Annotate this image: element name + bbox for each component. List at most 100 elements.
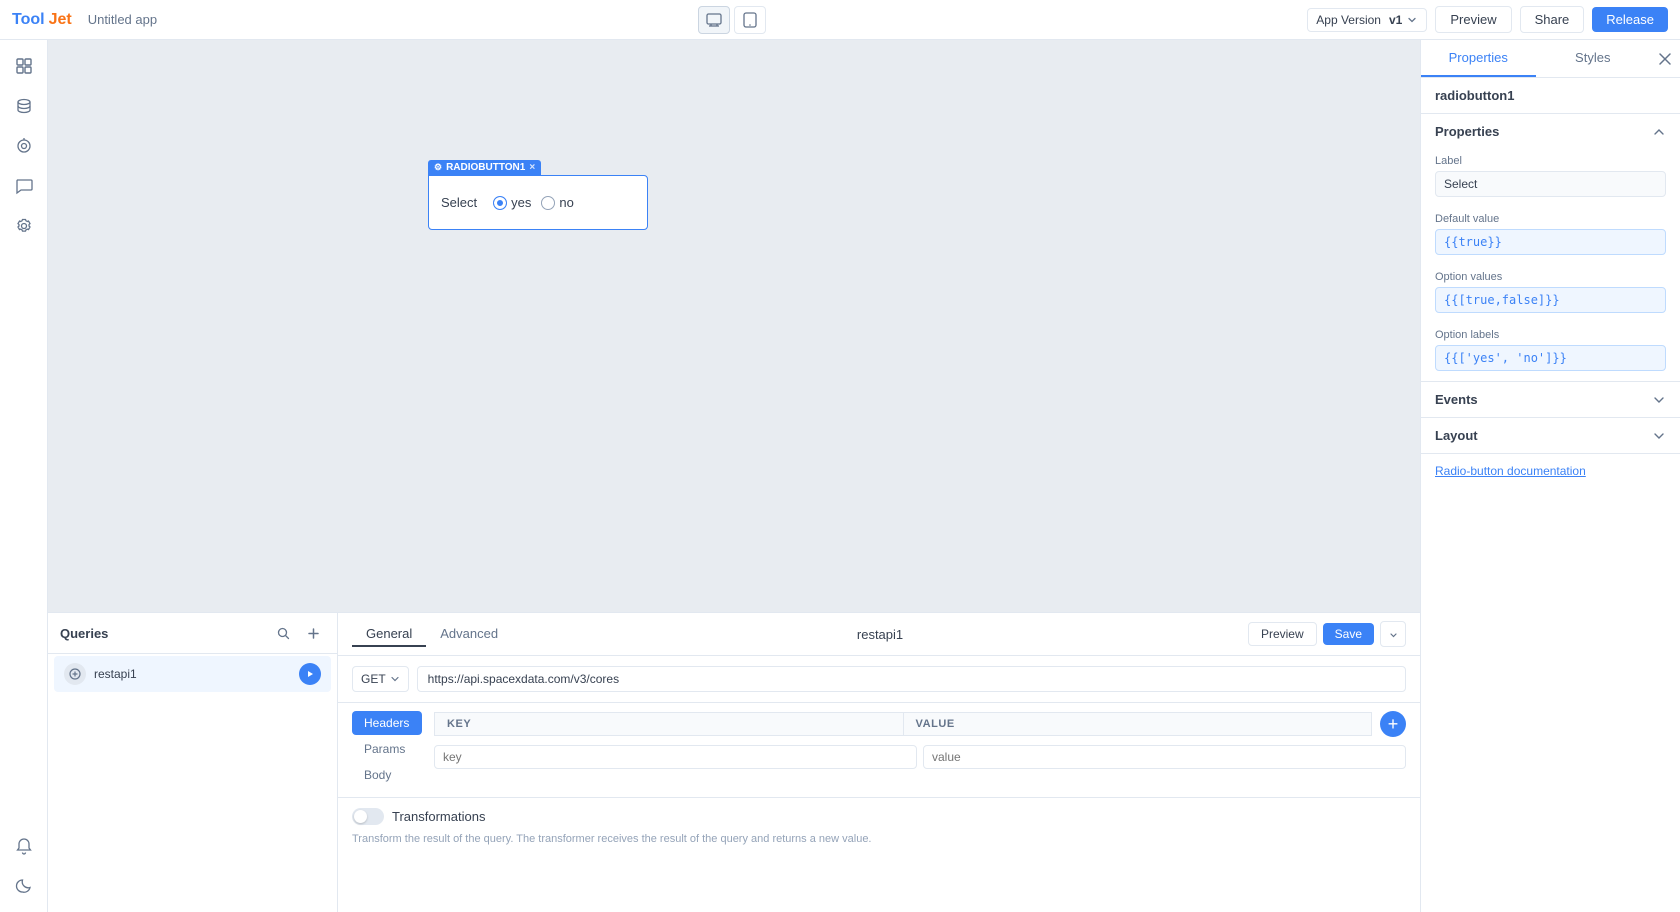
sidebar-item-datasources[interactable]	[6, 88, 42, 124]
method-selector[interactable]: GET	[352, 666, 409, 692]
sidebar-item-settings[interactable]	[6, 208, 42, 244]
tab-params[interactable]: Params	[352, 737, 422, 761]
share-button[interactable]: Share	[1520, 6, 1585, 33]
search-queries-btn[interactable]	[271, 621, 295, 645]
label-field: Label Select	[1421, 149, 1680, 207]
query-expand-btn[interactable]	[1380, 621, 1406, 647]
label-field-label: Label	[1435, 155, 1666, 167]
version-selector[interactable]: App Version v1	[1307, 8, 1427, 32]
radio-option-no[interactable]: no	[541, 195, 573, 210]
properties-title: Properties	[1435, 124, 1499, 139]
layout-title: Layout	[1435, 428, 1478, 443]
panel-close-btn[interactable]	[1650, 40, 1680, 77]
default-value-input[interactable]: {{true}}	[1435, 229, 1666, 255]
url-input[interactable]	[417, 666, 1406, 692]
option-labels-input[interactable]: {{['yes', 'no']}}	[1435, 345, 1666, 371]
transform-toggle[interactable]	[352, 808, 384, 825]
option-values-input[interactable]: {{[true,false]}}	[1435, 287, 1666, 313]
api-icon	[69, 668, 81, 680]
component-header-bar: ⚙ RADIOBUTTON1 ×	[428, 160, 541, 175]
tab-headers[interactable]: Headers	[352, 711, 422, 735]
sidebar-item-inspector[interactable]	[6, 128, 42, 164]
canvas-inner[interactable]: ⚙ RADIOBUTTON1 × Select yes no	[48, 40, 1420, 612]
add-param-btn[interactable]: +	[1380, 711, 1406, 737]
query-editor: General Advanced restapi1 Preview Save G…	[338, 613, 1420, 912]
run-query-btn[interactable]	[299, 663, 321, 685]
panel-tabs: Properties Styles	[1421, 40, 1680, 78]
component-header-close[interactable]: ×	[529, 162, 535, 173]
events-title: Events	[1435, 392, 1478, 407]
expand-icon	[1388, 629, 1399, 640]
tab-styles[interactable]: Styles	[1536, 40, 1651, 77]
add-icon	[307, 627, 320, 640]
query-editor-name: restapi1	[857, 627, 903, 642]
radio-component-wrapper[interactable]: ⚙ RADIOBUTTON1 × Select yes no	[428, 160, 648, 230]
query-list: Queries restapi1	[48, 613, 338, 912]
label-field-value[interactable]: Select	[1435, 171, 1666, 197]
chevron-down-icon	[390, 674, 400, 684]
query-preview-btn[interactable]: Preview	[1248, 622, 1317, 646]
radio-option-yes-label: yes	[511, 195, 531, 210]
radio-circle-no[interactable]	[541, 196, 555, 210]
properties-section: Properties Label Select Default value {{…	[1421, 114, 1680, 382]
option-values-label: Option values	[1435, 271, 1666, 283]
tab-body[interactable]: Body	[352, 763, 422, 787]
transform-desc: Transform the result of the query. The t…	[352, 831, 1406, 848]
option-labels-field: Option labels {{['yes', 'no']}}	[1421, 323, 1680, 381]
add-query-btn[interactable]	[301, 621, 325, 645]
sidebar-item-notifications[interactable]	[6, 828, 42, 864]
query-save-btn[interactable]: Save	[1323, 623, 1374, 645]
chevron-down-icon	[1406, 14, 1418, 26]
topnav-actions: App Version v1 Preview Share Release	[1307, 6, 1668, 33]
preview-button[interactable]: Preview	[1435, 6, 1511, 33]
method-value: GET	[361, 672, 386, 686]
close-icon	[1658, 52, 1672, 66]
component-header-name: RADIOBUTTON1	[446, 162, 525, 173]
desktop-view-btn[interactable]	[698, 6, 730, 34]
value-header: VALUE	[903, 712, 1373, 736]
query-icon	[64, 663, 86, 685]
layout-expand-icon	[1652, 429, 1666, 443]
events-section: Events	[1421, 382, 1680, 418]
right-panel: Properties Styles radiobutton1 Propertie…	[1420, 40, 1680, 912]
properties-section-header[interactable]: Properties	[1421, 114, 1680, 149]
properties-collapse-icon	[1652, 125, 1666, 139]
left-sidebar	[0, 40, 48, 912]
component-body[interactable]: Select yes no	[428, 175, 648, 230]
key-input[interactable]	[434, 745, 917, 769]
app-logo[interactable]: ToolJet	[12, 11, 72, 29]
tab-general[interactable]: General	[352, 622, 426, 647]
query-editor-top: General Advanced restapi1 Preview Save	[338, 613, 1420, 656]
mobile-view-btn[interactable]	[734, 6, 766, 34]
bottom-panel: Queries restapi1 General	[48, 612, 1420, 912]
events-expand-icon	[1652, 393, 1666, 407]
layout-section-header[interactable]: Layout	[1421, 418, 1680, 453]
tab-advanced[interactable]: Advanced	[426, 622, 512, 647]
sidebar-item-darkmode[interactable]	[6, 868, 42, 904]
query-list-header: Queries	[48, 613, 337, 654]
transform-toggle-dot	[354, 810, 367, 823]
radio-option-yes[interactable]: yes	[493, 195, 531, 210]
params-table-area: KEY VALUE +	[434, 711, 1406, 773]
sidebar-item-components[interactable]	[6, 48, 42, 84]
topnav: ToolJet Untitled app App Version v1 Prev…	[0, 0, 1680, 40]
transform-title: Transformations	[392, 809, 485, 824]
param-row	[434, 741, 1406, 773]
transformations-section: Transformations Transform the result of …	[338, 797, 1420, 858]
key-header: KEY	[434, 712, 903, 736]
sidebar-item-comments[interactable]	[6, 168, 42, 204]
query-item-restapi1[interactable]: restapi1	[54, 656, 331, 692]
radio-label: Select	[441, 195, 477, 210]
radio-circle-yes[interactable]	[493, 196, 507, 210]
version-label: App Version	[1316, 13, 1381, 27]
tab-properties[interactable]: Properties	[1421, 40, 1536, 77]
value-input[interactable]	[923, 745, 1406, 769]
query-editor-tabs: General Advanced	[352, 622, 512, 647]
radio-option-no-label: no	[559, 195, 573, 210]
default-value-label: Default value	[1435, 213, 1666, 225]
release-button[interactable]: Release	[1592, 7, 1668, 32]
play-icon	[306, 670, 314, 678]
doc-link[interactable]: Radio-button documentation	[1421, 454, 1680, 488]
queries-title: Queries	[60, 626, 108, 641]
events-section-header[interactable]: Events	[1421, 382, 1680, 417]
